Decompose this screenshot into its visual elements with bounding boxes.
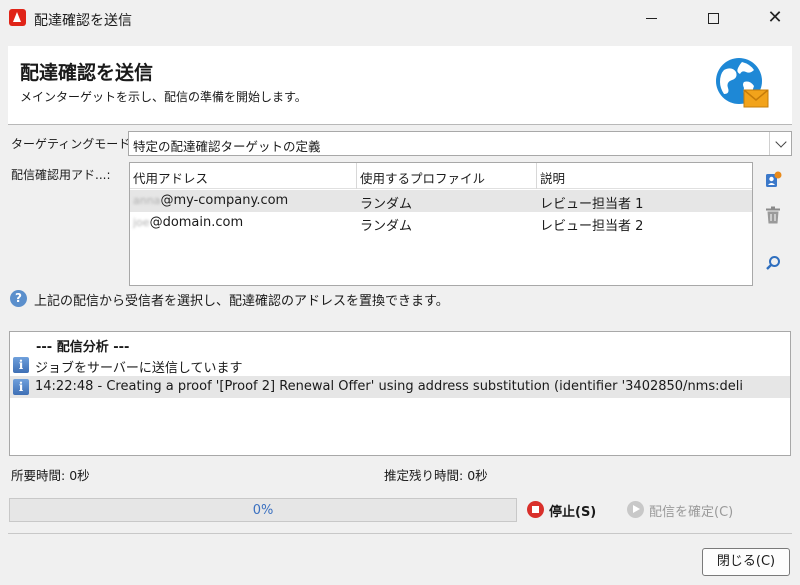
header-subtitle: メインターゲットを示し、配信の準備を開始します。 xyxy=(20,90,307,104)
description-cell: レビュー担当者 2 xyxy=(540,219,644,234)
adobe-app-icon xyxy=(9,9,26,26)
targeting-mode-label: ターゲティングモード: xyxy=(11,137,135,151)
table-row[interactable]: joe@domain.com ランダム レビュー担当者 2 xyxy=(130,212,752,234)
proof-address-label: 配信確認用アド...: xyxy=(11,168,111,182)
log-entry[interactable]: i 14:22:48 - Creating a proof '[Proof 2]… xyxy=(10,376,790,398)
targeting-mode-value: 特定の配達確認ターゲットの定義 xyxy=(133,139,321,154)
title-bar: 配達確認を送信 ✕ xyxy=(0,0,800,38)
column-header-address[interactable]: 代用アドレス xyxy=(133,168,208,187)
elapsed-label: 所要時間: xyxy=(11,468,66,483)
stop-button[interactable]: 停止(S) xyxy=(549,501,596,520)
description-cell: レビュー担当者 1 xyxy=(540,197,644,212)
add-profile-button[interactable] xyxy=(762,169,784,191)
redacted-local-part: anna xyxy=(133,194,161,207)
info-text: 上記の配信から受信者を選択し、配達確認のアドレスを置換できます。 xyxy=(34,294,449,309)
proof-address-table[interactable]: 代用アドレス 使用するプロファイル 説明 anna@my-company.com… xyxy=(129,162,753,286)
log-title: --- 配信分析 --- xyxy=(36,340,130,355)
remaining-label: 推定残り時間: xyxy=(384,468,464,483)
column-divider[interactable] xyxy=(356,163,357,189)
stop-icon[interactable] xyxy=(527,501,544,518)
play-icon xyxy=(627,501,644,518)
header-title: 配達確認を送信 xyxy=(20,62,154,84)
dropdown-button[interactable] xyxy=(769,132,791,155)
chevron-down-icon xyxy=(774,135,787,148)
maximize-icon xyxy=(707,12,719,24)
globe-mail-icon xyxy=(716,58,769,108)
redacted-local-part: joe xyxy=(133,216,150,229)
confirm-delivery-button: 配信を確定(C) xyxy=(649,505,734,520)
delete-button[interactable] xyxy=(762,204,784,226)
elapsed-value: 0秒 xyxy=(69,468,90,483)
minimize-icon xyxy=(645,17,657,19)
header-separator xyxy=(8,124,792,125)
progress-bar: 0% xyxy=(9,498,517,522)
info-icon: i xyxy=(13,379,29,395)
elapsed-time: 所要時間: 0秒 xyxy=(11,465,90,484)
targeting-mode-select[interactable]: 特定の配達確認ターゲットの定義 xyxy=(128,131,792,156)
delivery-analysis-log[interactable]: --- 配信分析 --- i ジョブをサーバーに送信しています i 14:22:… xyxy=(9,331,791,456)
close-icon: ✕ xyxy=(767,7,783,28)
profile-cell: ランダム xyxy=(360,197,413,212)
help-icon: ? xyxy=(10,290,27,307)
log-entry-text: 14:22:48 - Creating a proof '[Proof 2] R… xyxy=(35,379,743,394)
column-header-description[interactable]: 説明 xyxy=(540,168,565,187)
log-entry[interactable]: i ジョブをサーバーに送信しています xyxy=(10,354,790,376)
address-domain: @domain.com xyxy=(149,215,244,230)
dialog-header: 配達確認を送信 メインターゲットを示し、配信の準備を開始します。 xyxy=(8,46,792,124)
add-profile-icon xyxy=(766,171,782,187)
table-row[interactable]: anna@my-company.com ランダム レビュー担当者 1 xyxy=(130,190,752,212)
address-cell: joe@domain.com xyxy=(133,215,243,230)
search-icon xyxy=(766,256,780,270)
log-entry-text: ジョブをサーバーに送信しています xyxy=(35,361,243,376)
profile-cell: ランダム xyxy=(360,219,413,234)
remaining-value: 0秒 xyxy=(467,468,488,483)
window-title: 配達確認を送信 xyxy=(34,13,132,29)
remaining-time: 推定残り時間: 0秒 xyxy=(384,465,488,484)
table-header: 代用アドレス 使用するプロファイル 説明 xyxy=(130,163,752,189)
search-button[interactable] xyxy=(762,252,784,274)
minimize-button[interactable] xyxy=(628,0,674,36)
close-window-button[interactable]: ✕ xyxy=(752,0,798,36)
close-button[interactable]: 閉じる(C) xyxy=(702,548,790,576)
trash-icon xyxy=(766,206,780,224)
address-cell: anna@my-company.com xyxy=(133,193,288,208)
column-divider[interactable] xyxy=(536,163,537,189)
maximize-button[interactable] xyxy=(690,0,736,36)
column-header-profile[interactable]: 使用するプロファイル xyxy=(360,168,485,187)
address-domain: @my-company.com xyxy=(160,193,289,208)
footer-separator xyxy=(8,533,792,534)
progress-text: 0% xyxy=(252,503,274,518)
info-icon: i xyxy=(13,357,29,373)
